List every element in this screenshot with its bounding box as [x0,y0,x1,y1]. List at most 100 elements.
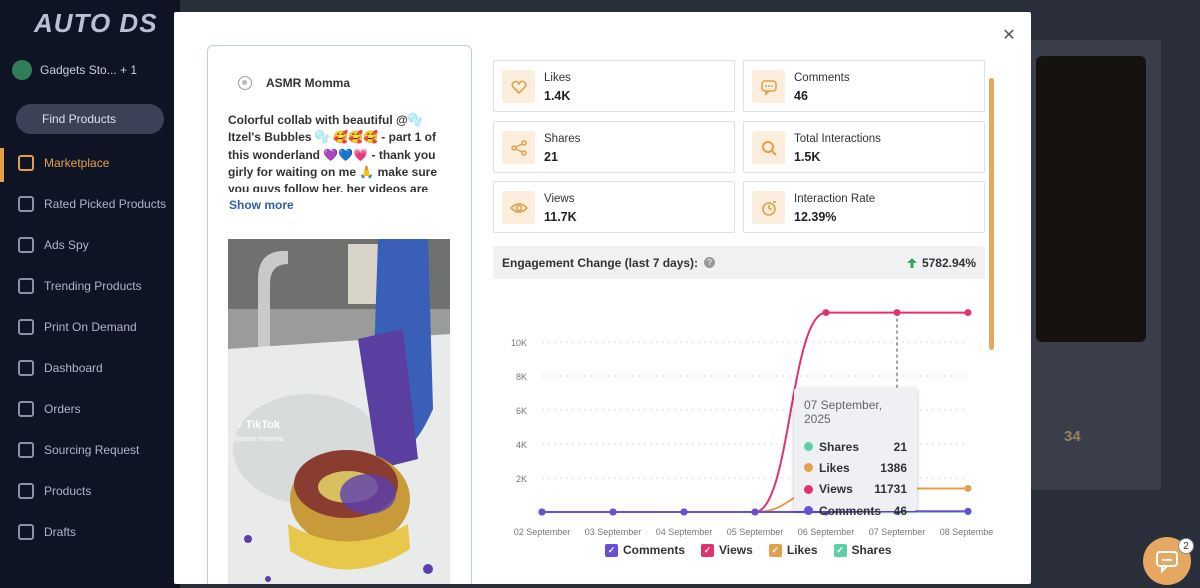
tiktok-brand: ♪ TikTok [237,419,280,431]
metric-card: Likes 1.4K [493,60,735,112]
sidebar-item[interactable]: Orders [18,398,176,420]
sidebar-item-label: Trending Products [44,279,142,293]
sidebar-item[interactable]: Products [18,480,176,502]
y-tick-label: 8K [516,372,527,382]
sidebar-item[interactable]: Rated Picked Products [18,193,176,215]
tiktok-icon: ♪ [237,419,243,431]
data-point-comments [538,508,546,516]
data-point-comments [609,508,617,516]
metric-label: Comments [794,72,850,84]
video-image [228,239,450,584]
metric-value: 12.39% [794,210,837,224]
checkbox-checked-icon[interactable]: ✓ [701,543,715,557]
close-icon[interactable]: ✕ [1000,26,1018,44]
legend-item-likes[interactable]: ✓ Likes [768,543,818,557]
metric-value: 11.7K [544,210,577,224]
metric-card: Total Interactions 1.5K [743,121,985,173]
series-color-dot [804,484,813,494]
tooltip-row: Shares 21 [804,436,907,457]
data-point-views [964,309,972,317]
sidebar-item[interactable]: Dashboard [18,357,176,379]
y-tick-label: 4K [516,440,527,450]
chat-badge: 2 [1178,538,1194,554]
heart-icon [510,80,527,94]
print-icon [18,319,34,335]
checkbox-checked-icon[interactable]: ✓ [768,543,782,557]
series-color-dot [804,442,813,452]
tooltip-series-value: 1386 [880,460,907,475]
sidebar-item[interactable]: Sourcing Request [18,439,176,461]
metric-value: 46 [794,89,808,103]
background-stat: 34 [1064,428,1081,445]
sidebar: AUTO DS Gadgets Sto... + 1 Find Products… [0,0,180,588]
y-tick-label: 10K [511,338,527,348]
checkbox-checked-icon[interactable]: ✓ [605,543,618,557]
x-tick-label: 03 September [585,527,642,537]
checkbox-checked-icon[interactable]: ✓ [833,543,847,557]
sidebar-item[interactable]: Print On Demand [18,316,176,338]
help-icon[interactable]: ? [704,257,716,268]
metric-icon-box [752,131,785,164]
post-caption: Colorful collab with beautiful @🫧 Itzel'… [228,113,437,192]
sidebar-item[interactable]: Trending Products [18,275,176,297]
active-indicator [0,148,4,182]
comment-icon [760,79,777,96]
engagement-change-bar: Engagement Change (last 7 days): ? 5782.… [493,246,985,279]
orders-icon [18,401,34,417]
sidebar-item-label: Drafts [44,525,77,539]
drafts-icon [18,524,34,540]
sidebar-item[interactable]: Ads Spy [18,234,176,256]
chat-icon [1156,551,1178,574]
legend-label: Likes [786,543,818,557]
data-point-views [822,309,830,317]
shop-avatar [12,60,32,80]
show-more-link[interactable]: Show more [229,198,294,212]
legend-item-comments[interactable]: ✓ Comments [605,543,685,557]
sidebar-item-label: Ads Spy [44,238,89,252]
data-point-comments [964,507,972,515]
metric-value: 1.5K [794,150,821,164]
metric-icon-box [752,70,785,103]
video-thumbnail[interactable]: ♪ TikTok @asmr.momma [228,239,450,584]
share-icon [510,139,527,156]
sourcing-icon [18,442,34,458]
ads-icon [18,237,34,253]
data-point-views [893,309,901,317]
metric-icon-box [752,191,785,224]
metric-label: Views [544,193,575,205]
tooltip-series-value: 21 [893,439,907,454]
tooltip-date: 07 September, 2025 [804,398,883,426]
legend-item-views[interactable]: ✓ Views [701,543,753,557]
x-tick-label: 05 September [727,527,784,537]
find-products-button[interactable]: Find Products [16,104,164,134]
legend-label: Comments [623,543,686,557]
metric-value: 1.4K [544,89,571,103]
sidebar-item[interactable]: Drafts [18,521,176,543]
tiktok-handle: @asmr.momma [234,436,284,443]
metric-label: Total Interactions [794,133,881,145]
metric-label: Likes [544,72,571,84]
arrow-up-icon [906,257,917,268]
metric-card: Views 11.7K [493,181,735,233]
x-tick-label: 08 September [940,527,993,537]
search-icon [761,140,777,156]
sidebar-item-label: Sourcing Request [44,443,140,457]
author-avatar-icon [238,76,252,90]
tooltip-row: Comments 46 [804,500,907,521]
sidebar-item[interactable]: Marketplace [18,152,176,174]
shop-name: Gadgets Sto... + 1 [40,63,138,77]
tooltip-series-name: Shares [819,439,860,454]
legend-item-shares[interactable]: ✓ Shares [833,543,892,557]
shop-selector[interactable]: Gadgets Sto... + 1 [12,58,172,82]
sidebar-item-label: Orders [44,402,81,416]
tooltip-series-value: 11731 [874,482,907,497]
data-point-comments [680,508,688,516]
metric-value: 21 [544,150,558,164]
engagement-change-value: 5782.94% [921,255,976,270]
x-tick-label: 02 September [514,527,571,537]
series-color-dot [804,463,813,473]
metric-icon-box [502,131,535,164]
y-tick-label: 2K [516,474,527,484]
tooltip-row: Views 11731 [804,479,907,500]
tooltip-series-name: Likes [819,460,850,475]
